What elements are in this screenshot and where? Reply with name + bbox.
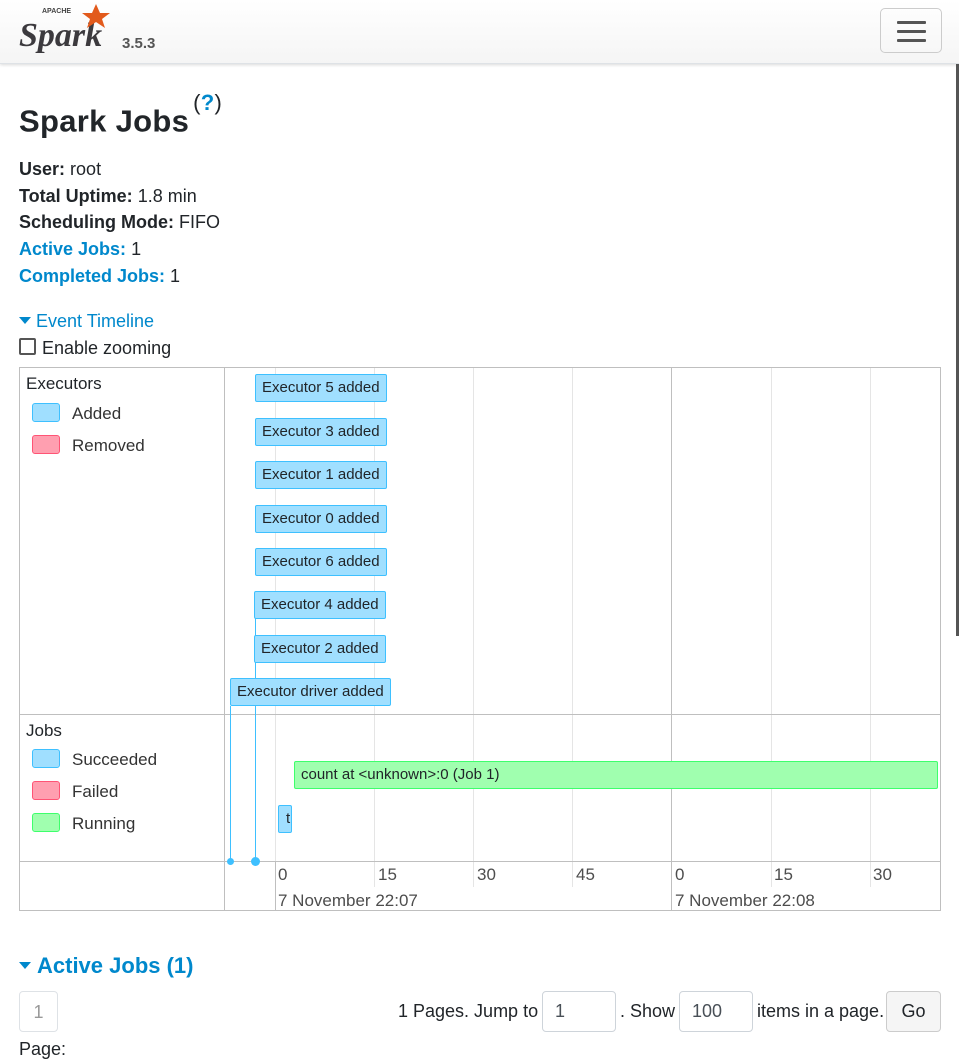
summary-active-jobs: Active Jobs: 1	[19, 236, 220, 263]
completed-jobs-count: 1	[170, 265, 181, 286]
grid-line	[870, 368, 871, 887]
navbar-toggle-button[interactable]	[880, 8, 942, 53]
help-close-paren: )	[214, 90, 223, 115]
axis-separator	[20, 861, 940, 862]
completed-jobs-link[interactable]: Completed Jobs:	[19, 266, 165, 286]
scheduling-mode-label: Scheduling Mode:	[19, 212, 174, 233]
show-text: . Show	[620, 1001, 676, 1021]
axis-tick-label: 0	[278, 865, 288, 884]
axis-tick-label: 15	[774, 865, 793, 884]
pages-text: 1 Pages. Jump to	[398, 1001, 539, 1021]
executor-added-event[interactable]: Executor 4 added	[254, 591, 386, 619]
caret-down-icon	[19, 316, 31, 324]
grid-line	[473, 368, 474, 887]
grid-line	[572, 368, 573, 887]
executor-event-dot[interactable]	[251, 857, 260, 866]
help-open-paren: (	[193, 90, 201, 115]
jobs-summary: User: root Total Uptime: 1.8 min Schedul…	[19, 156, 220, 289]
active-jobs-header[interactable]: Active Jobs (1)	[19, 953, 194, 979]
legend-failed-label: Failed	[72, 782, 119, 801]
user-label: User:	[19, 159, 66, 179]
checkbox-icon[interactable]	[19, 337, 36, 355]
axis-major-label: 7 November 22:07	[278, 891, 418, 910]
summary-user: User: root	[19, 156, 220, 183]
legend-succeeded-label: Succeeded	[72, 750, 158, 769]
legend-removed: Removed	[32, 435, 145, 456]
event-timeline-toggle[interactable]: Event Timeline	[19, 311, 154, 332]
executors-group-title: Executors	[26, 374, 102, 393]
help-tooltip: (?)	[193, 90, 222, 115]
active-jobs-link[interactable]: Active Jobs:	[19, 239, 126, 259]
axis-tick-label: 0	[675, 865, 685, 884]
added-swatch	[32, 403, 60, 423]
legend-running: Running	[32, 813, 136, 834]
active-jobs-title: Active Jobs (1)	[37, 953, 194, 978]
jobs-group-label: Jobs Succeeded Failed Running	[20, 714, 225, 861]
removed-swatch	[32, 435, 60, 455]
scheduling-mode-value: FIFO	[179, 212, 221, 233]
executor-added-event[interactable]: Executor 2 added	[254, 635, 386, 663]
axis-tick-label: 30	[873, 865, 892, 884]
pagination-page-1[interactable]: 1	[19, 991, 58, 1032]
uptime-label: Total Uptime:	[19, 185, 133, 206]
page-size-input[interactable]	[679, 991, 753, 1032]
enable-zooming-label: Enable zooming	[42, 338, 172, 358]
executor-added-event[interactable]: Executor 5 added	[255, 374, 387, 402]
enable-zooming-checkbox[interactable]: Enable zooming	[19, 337, 172, 359]
spark-logo[interactable]: APACHE Spark	[18, 2, 118, 59]
legend-failed: Failed	[32, 781, 119, 802]
executor-added-event[interactable]: Executor 1 added	[255, 461, 387, 489]
uptime-value: 1.8 min	[137, 185, 197, 206]
grid-line-major	[275, 861, 276, 910]
user-value: root	[70, 159, 102, 179]
summary-scheduling-mode: Scheduling Mode: FIFO	[19, 209, 220, 236]
executor-added-event[interactable]: Executor 3 added	[255, 418, 387, 446]
spark-version: 3.5.3	[122, 35, 156, 52]
top-navbar: APACHE Spark 3.5.3	[0, 0, 959, 64]
driver-event-dot[interactable]	[227, 858, 234, 865]
legend-succeeded: Succeeded	[32, 749, 158, 770]
failed-swatch	[32, 781, 60, 801]
axis-tick-label: 30	[477, 865, 496, 884]
summary-completed-jobs: Completed Jobs: 1	[19, 263, 220, 290]
legend-removed-label: Removed	[72, 436, 145, 455]
executor-added-event[interactable]: Executor 0 added	[255, 505, 387, 533]
menu-icon-bar	[897, 39, 926, 42]
succeeded-job-bar[interactable]: t	[278, 805, 292, 833]
succeeded-swatch	[32, 749, 60, 769]
grid-line-major	[671, 368, 672, 910]
running-job-bar[interactable]: count at <unknown>:0 (Job 1)	[294, 761, 938, 789]
page-label: Page:	[19, 1039, 67, 1059]
executor-driver-added-event[interactable]: Executor driver added	[230, 678, 391, 706]
jump-to-page-input[interactable]	[542, 991, 616, 1032]
axis-tick-label: 15	[378, 865, 397, 884]
page-title-text: Spark Jobs	[19, 103, 190, 139]
legend-running-label: Running	[72, 814, 136, 833]
event-timeline-label: Event Timeline	[36, 311, 155, 331]
timeline-label-column: Executors Added Removed Jobs Succeeded F…	[20, 368, 225, 910]
summary-uptime: Total Uptime: 1.8 min	[19, 183, 220, 210]
help-link[interactable]: ?	[201, 90, 215, 115]
axis-tick-label: 45	[576, 865, 595, 884]
caret-down-icon	[19, 961, 31, 969]
legend-added-label: Added	[72, 404, 122, 423]
jobs-group-title: Jobs	[26, 721, 62, 740]
grid-line	[771, 368, 772, 887]
axis-major-label: 7 November 22:08	[675, 891, 815, 910]
legend-added: Added	[32, 403, 122, 424]
svg-text:APACHE: APACHE	[42, 8, 71, 15]
event-timeline-chart[interactable]: Executors Added Removed Jobs Succeeded F…	[19, 367, 941, 911]
driver-event-stem	[230, 706, 231, 862]
executor-added-event[interactable]: Executor 6 added	[255, 548, 387, 576]
page-title: Spark Jobs(?)	[19, 90, 222, 139]
active-jobs-count: 1	[131, 239, 142, 260]
group-separator	[20, 714, 940, 715]
menu-icon-bar	[897, 30, 926, 33]
menu-icon	[897, 21, 926, 24]
go-button[interactable]: Go	[886, 991, 941, 1032]
executors-group-label: Executors Added Removed	[20, 368, 225, 714]
items-in-page-text: items in a page.	[757, 1001, 885, 1021]
running-swatch	[32, 813, 60, 833]
